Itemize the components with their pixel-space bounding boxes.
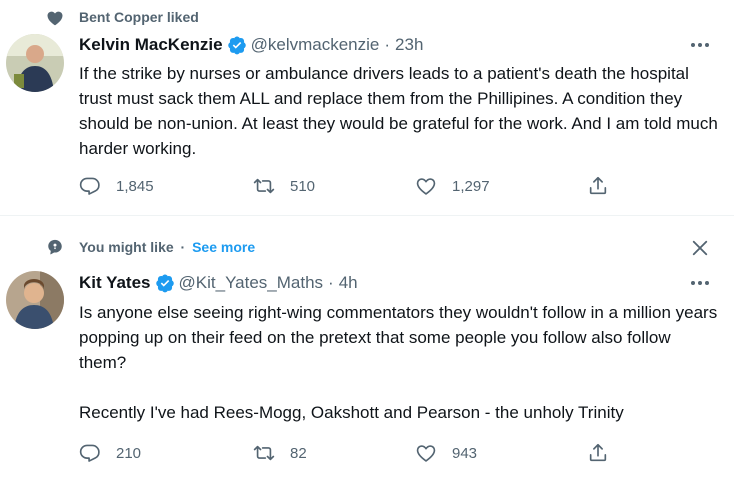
reply-icon <box>79 177 100 195</box>
social-context: You might like · See more <box>79 239 255 255</box>
tweet-actions: 210 82 943 <box>79 442 639 466</box>
more-dots-icon[interactable] <box>688 271 712 295</box>
tweet-timestamp[interactable]: 4h <box>339 273 358 293</box>
heart-icon <box>47 11 63 26</box>
author-handle[interactable]: @Kit_Yates_Maths <box>179 273 324 293</box>
avatar-kit-yates[interactable] <box>6 271 64 329</box>
like-button[interactable]: 1,297 <box>415 175 490 197</box>
social-context-label[interactable]: Bent Copper liked <box>79 9 199 25</box>
share-button[interactable] <box>587 175 609 197</box>
you-might-like-label: You might like <box>79 239 174 255</box>
separator-dot: · <box>328 273 334 292</box>
share-button[interactable] <box>587 442 609 464</box>
like-count: 943 <box>452 444 478 462</box>
avatar-kelvin-mackenzie[interactable] <box>6 34 64 92</box>
like-icon <box>416 178 436 195</box>
tweet-kelvin-mackenzie[interactable]: Bent Copper liked Kelvin MacKenzie @kelv… <box>0 0 734 216</box>
reply-icon <box>79 444 100 462</box>
tweet-kit-yates[interactable]: You might like · See more Kit Yates @Kit… <box>0 216 734 485</box>
verified-badge-icon <box>155 274 174 293</box>
reply-count: 1,845 <box>116 177 154 195</box>
tweet-header: Kit Yates @Kit_Yates_Maths · 4h <box>79 273 358 293</box>
reply-button[interactable]: 1,845 <box>79 175 154 197</box>
tweet-actions: 1,845 510 1,297 <box>79 175 639 199</box>
reply-count: 210 <box>116 444 142 462</box>
retweet-icon <box>253 178 275 194</box>
close-icon[interactable] <box>690 238 710 258</box>
author-name[interactable]: Kit Yates <box>79 273 151 293</box>
verified-badge-icon <box>227 36 246 55</box>
retweet-button[interactable]: 510 <box>253 175 315 197</box>
separator-dot: · <box>180 239 186 255</box>
see-more-link[interactable]: See more <box>192 239 255 255</box>
retweet-button[interactable]: 82 <box>253 442 307 464</box>
retweet-count: 82 <box>290 444 307 462</box>
more-dots-icon[interactable] <box>688 33 712 57</box>
speech-bubble-icon <box>48 239 62 255</box>
retweet-count: 510 <box>290 177 316 195</box>
tweet-text: If the strike by nurses or ambulance dri… <box>79 64 723 158</box>
author-name[interactable]: Kelvin MacKenzie <box>79 35 223 55</box>
separator-dot: · <box>384 35 391 54</box>
like-count: 1,297 <box>452 177 490 195</box>
share-icon <box>589 176 607 195</box>
tweet-text: Is anyone else seeing right-wing comment… <box>79 303 718 422</box>
reply-button[interactable]: 210 <box>79 442 141 464</box>
author-handle[interactable]: @kelvmackenzie <box>251 35 380 55</box>
like-icon <box>416 445 436 462</box>
share-icon <box>589 443 607 462</box>
tweet-timestamp[interactable]: 23h <box>395 35 423 55</box>
retweet-icon <box>253 445 275 461</box>
tweet-header: Kelvin MacKenzie @kelvmackenzie · 23h <box>79 35 423 55</box>
like-button[interactable]: 943 <box>415 442 477 464</box>
